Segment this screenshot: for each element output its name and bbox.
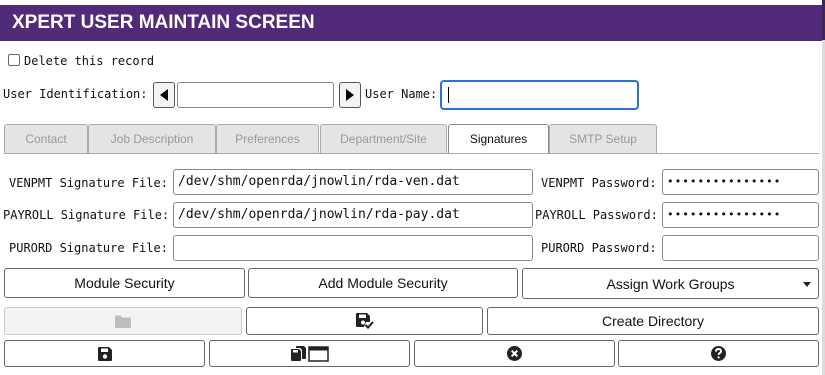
tab-department-site[interactable]: Department/Site xyxy=(320,124,447,153)
venpmt-file-label: VENPMT Signature File: xyxy=(9,176,168,190)
module-security-label: Module Security xyxy=(74,275,175,291)
save-multi-window-button[interactable] xyxy=(209,340,410,367)
tab-divider xyxy=(4,153,819,154)
venpmt-file-input[interactable]: /dev/shm/openrda/jnowlin/rda-ven.dat xyxy=(173,169,533,195)
save-window-icon xyxy=(290,345,329,362)
venpmt-password-input[interactable]: ••••••••••••••• xyxy=(662,169,819,195)
venpmt-password-label: VENPMT Password: xyxy=(541,176,657,190)
purord-file-input[interactable] xyxy=(173,235,533,261)
purord-password-label: PURORD Password: xyxy=(541,241,657,255)
text-caret xyxy=(448,86,449,103)
payroll-file-label: PAYROLL Signature File: xyxy=(3,208,170,222)
folder-icon xyxy=(115,315,131,328)
purord-file-label: PURORD Signature File: xyxy=(9,241,168,255)
user-name-input[interactable] xyxy=(440,80,639,110)
delete-record-checkbox[interactable] xyxy=(8,54,20,66)
tab-job-description[interactable]: Job Description xyxy=(88,124,216,153)
delete-record-label: Delete this record xyxy=(24,54,155,68)
save-icon xyxy=(97,346,112,361)
help-button[interactable] xyxy=(618,340,819,367)
create-directory-button[interactable]: Create Directory xyxy=(487,307,819,335)
user-name-label: User Name: xyxy=(365,87,438,101)
add-module-security-button[interactable]: Add Module Security xyxy=(248,268,518,298)
purord-password-input[interactable] xyxy=(662,235,819,261)
next-user-button[interactable] xyxy=(339,82,361,108)
user-id-label: User Identification: xyxy=(3,87,148,101)
save-check-icon xyxy=(355,313,374,329)
triangle-right-icon xyxy=(346,89,354,101)
create-directory-label: Create Directory xyxy=(602,313,704,329)
window-title: XPERT USER MAINTAIN SCREEN xyxy=(0,5,822,41)
module-security-button[interactable]: Module Security xyxy=(4,268,245,298)
tab-preferences[interactable]: Preferences xyxy=(216,124,319,153)
tab-contact[interactable]: Contact xyxy=(4,124,88,153)
user-id-input[interactable] xyxy=(177,82,334,108)
payroll-password-input[interactable]: ••••••••••••••• xyxy=(662,202,819,228)
help-icon xyxy=(711,346,726,361)
save-button[interactable] xyxy=(4,340,205,367)
tab-smtp-setup[interactable]: SMTP Setup xyxy=(549,124,657,153)
tab-signatures[interactable]: Signatures xyxy=(448,124,549,154)
prev-user-button[interactable] xyxy=(153,82,175,108)
payroll-file-input[interactable]: /dev/shm/openrda/jnowlin/rda-pay.dat xyxy=(173,202,533,228)
assign-work-groups-label: Assign Work Groups xyxy=(606,275,735,292)
cancel-icon xyxy=(507,346,522,361)
save-check-button[interactable] xyxy=(246,307,483,335)
triangle-left-icon xyxy=(160,89,168,101)
payroll-password-label: PAYROLL Password: xyxy=(535,208,658,222)
chevron-down-icon xyxy=(803,282,811,287)
add-module-security-label: Add Module Security xyxy=(318,275,448,291)
folder-button[interactable] xyxy=(4,307,242,335)
assign-work-groups-dropdown[interactable]: Assign Work Groups xyxy=(522,268,819,299)
cancel-button[interactable] xyxy=(414,340,615,367)
